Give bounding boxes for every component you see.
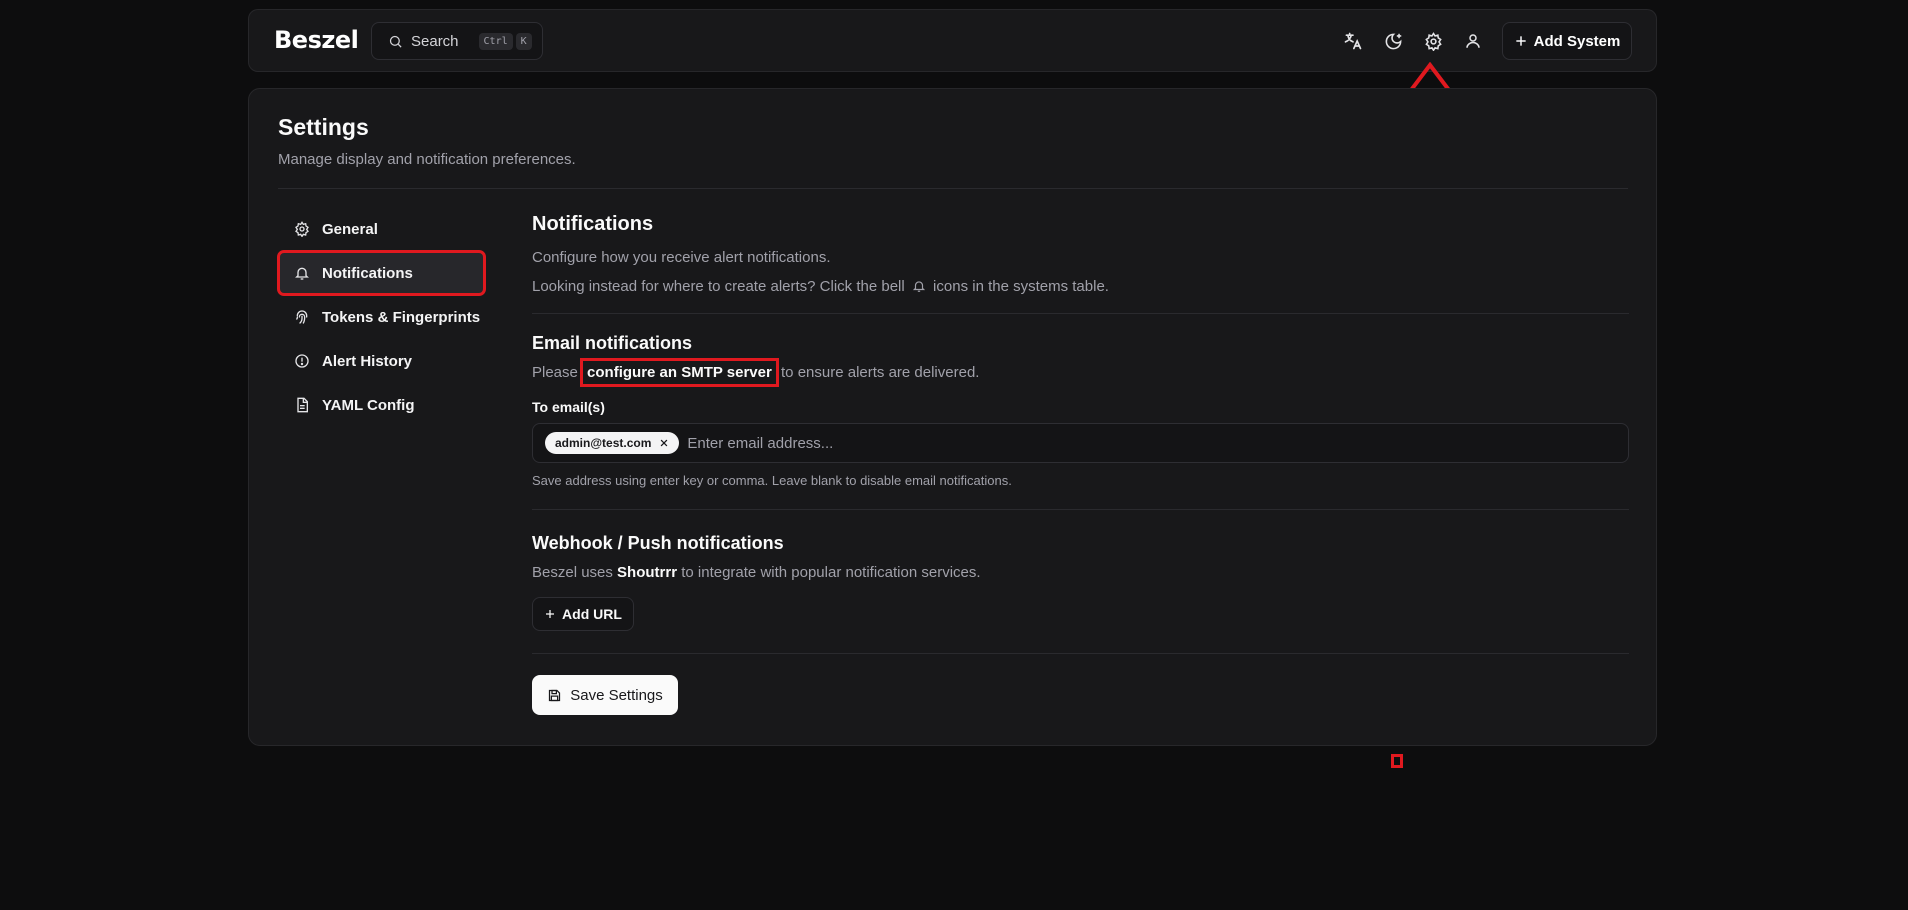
section-title: Notifications bbox=[532, 213, 654, 235]
divider bbox=[532, 653, 1629, 654]
sidebar-item-label: Tokens & Fingerprints bbox=[322, 308, 481, 326]
bell-icon bbox=[295, 267, 309, 280]
add-system-label: Add System bbox=[1533, 32, 1621, 50]
search-icon bbox=[389, 35, 402, 48]
sidebar-item-label: Alert History bbox=[322, 352, 413, 370]
email-section-title: Email notifications bbox=[532, 333, 693, 353]
beszel-logo[interactable]: Beszel bbox=[274, 26, 359, 54]
sidebar-item-tokens[interactable]: Tokens & Fingerprints bbox=[278, 295, 485, 339]
webhook-description: Beszel uses Shoutrrr to integrate with p… bbox=[532, 564, 981, 581]
save-icon bbox=[549, 689, 561, 701]
sidebar-item-label: Notifications bbox=[322, 264, 413, 282]
annotation-marker bbox=[1391, 754, 1403, 768]
email-description: Please configure an SMTP server to ensur… bbox=[532, 358, 980, 387]
email-desc-text: to ensure alerts are delivered. bbox=[781, 364, 980, 381]
translate-icon bbox=[1344, 32, 1362, 50]
page-subtitle: Manage display and notification preferen… bbox=[278, 151, 576, 168]
section-description: Configure how you receive alert notifica… bbox=[532, 249, 831, 266]
kbd-ctrl: Ctrl bbox=[478, 32, 513, 50]
sidebar-item-yaml-config[interactable]: YAML Config bbox=[278, 383, 485, 427]
sidebar-item-notifications[interactable]: Notifications bbox=[277, 250, 486, 296]
webhook-desc-text: Beszel uses bbox=[532, 564, 613, 581]
search-button[interactable]: Search Ctrl K bbox=[371, 22, 543, 60]
kbd-k: K bbox=[515, 32, 532, 50]
add-url-button[interactable]: Add URL bbox=[532, 597, 634, 631]
email-desc-text: Please bbox=[532, 364, 578, 381]
webhook-section-title: Webhook / Push notifications bbox=[532, 533, 784, 553]
sidebar-item-label: General bbox=[322, 220, 378, 238]
gear-icon bbox=[295, 221, 309, 237]
file-icon bbox=[297, 397, 308, 413]
alert-circle-icon bbox=[295, 354, 309, 368]
settings-button[interactable] bbox=[1420, 28, 1446, 54]
user-menu-button[interactable] bbox=[1460, 28, 1486, 54]
close-icon[interactable] bbox=[659, 438, 669, 448]
plus-icon bbox=[1515, 36, 1526, 46]
hint-text: icons in the systems table. bbox=[933, 278, 1109, 295]
bell-icon bbox=[912, 281, 925, 292]
fingerprint-icon bbox=[296, 310, 308, 324]
divider bbox=[278, 188, 1628, 189]
user-icon bbox=[1466, 34, 1480, 48]
email-field[interactable]: admin@test.com bbox=[532, 423, 1629, 463]
email-chip: admin@test.com bbox=[545, 432, 680, 454]
settings-card: Settings Manage display and notification… bbox=[248, 88, 1657, 746]
language-button[interactable] bbox=[1340, 28, 1366, 54]
theme-toggle-button[interactable] bbox=[1380, 28, 1406, 54]
divider bbox=[532, 313, 1629, 314]
to-emails-label: To email(s) bbox=[532, 399, 605, 415]
page-title: Settings bbox=[278, 114, 369, 140]
plus-icon bbox=[546, 610, 555, 618]
save-settings-button[interactable]: Save Settings bbox=[532, 675, 678, 715]
add-system-button[interactable]: Add System bbox=[1502, 22, 1632, 60]
alerts-hint: Looking instead for where to create aler… bbox=[532, 278, 1109, 295]
add-url-label: Add URL bbox=[562, 606, 622, 622]
divider bbox=[532, 509, 1629, 510]
email-help-text: Save address using enter key or comma. L… bbox=[532, 473, 1012, 488]
sidebar-item-general[interactable]: General bbox=[278, 207, 485, 251]
webhook-desc-text: to integrate with popular notification s… bbox=[681, 564, 981, 581]
email-chip-label: admin@test.com bbox=[555, 436, 652, 450]
sidebar-item-alert-history[interactable]: Alert History bbox=[278, 339, 485, 383]
sidebar-item-label: YAML Config bbox=[322, 396, 415, 414]
smtp-config-link[interactable]: configure an SMTP server bbox=[580, 358, 779, 387]
shoutrrr-name: Shoutrrr bbox=[617, 564, 678, 581]
save-settings-label: Save Settings bbox=[570, 686, 663, 704]
search-shortcut: Ctrl K bbox=[478, 32, 532, 50]
gear-icon bbox=[1424, 31, 1442, 51]
moon-icon bbox=[1385, 33, 1401, 49]
hint-text: Looking instead for where to create aler… bbox=[532, 278, 905, 295]
search-label: Search bbox=[411, 32, 459, 50]
email-input[interactable] bbox=[687, 434, 1088, 452]
